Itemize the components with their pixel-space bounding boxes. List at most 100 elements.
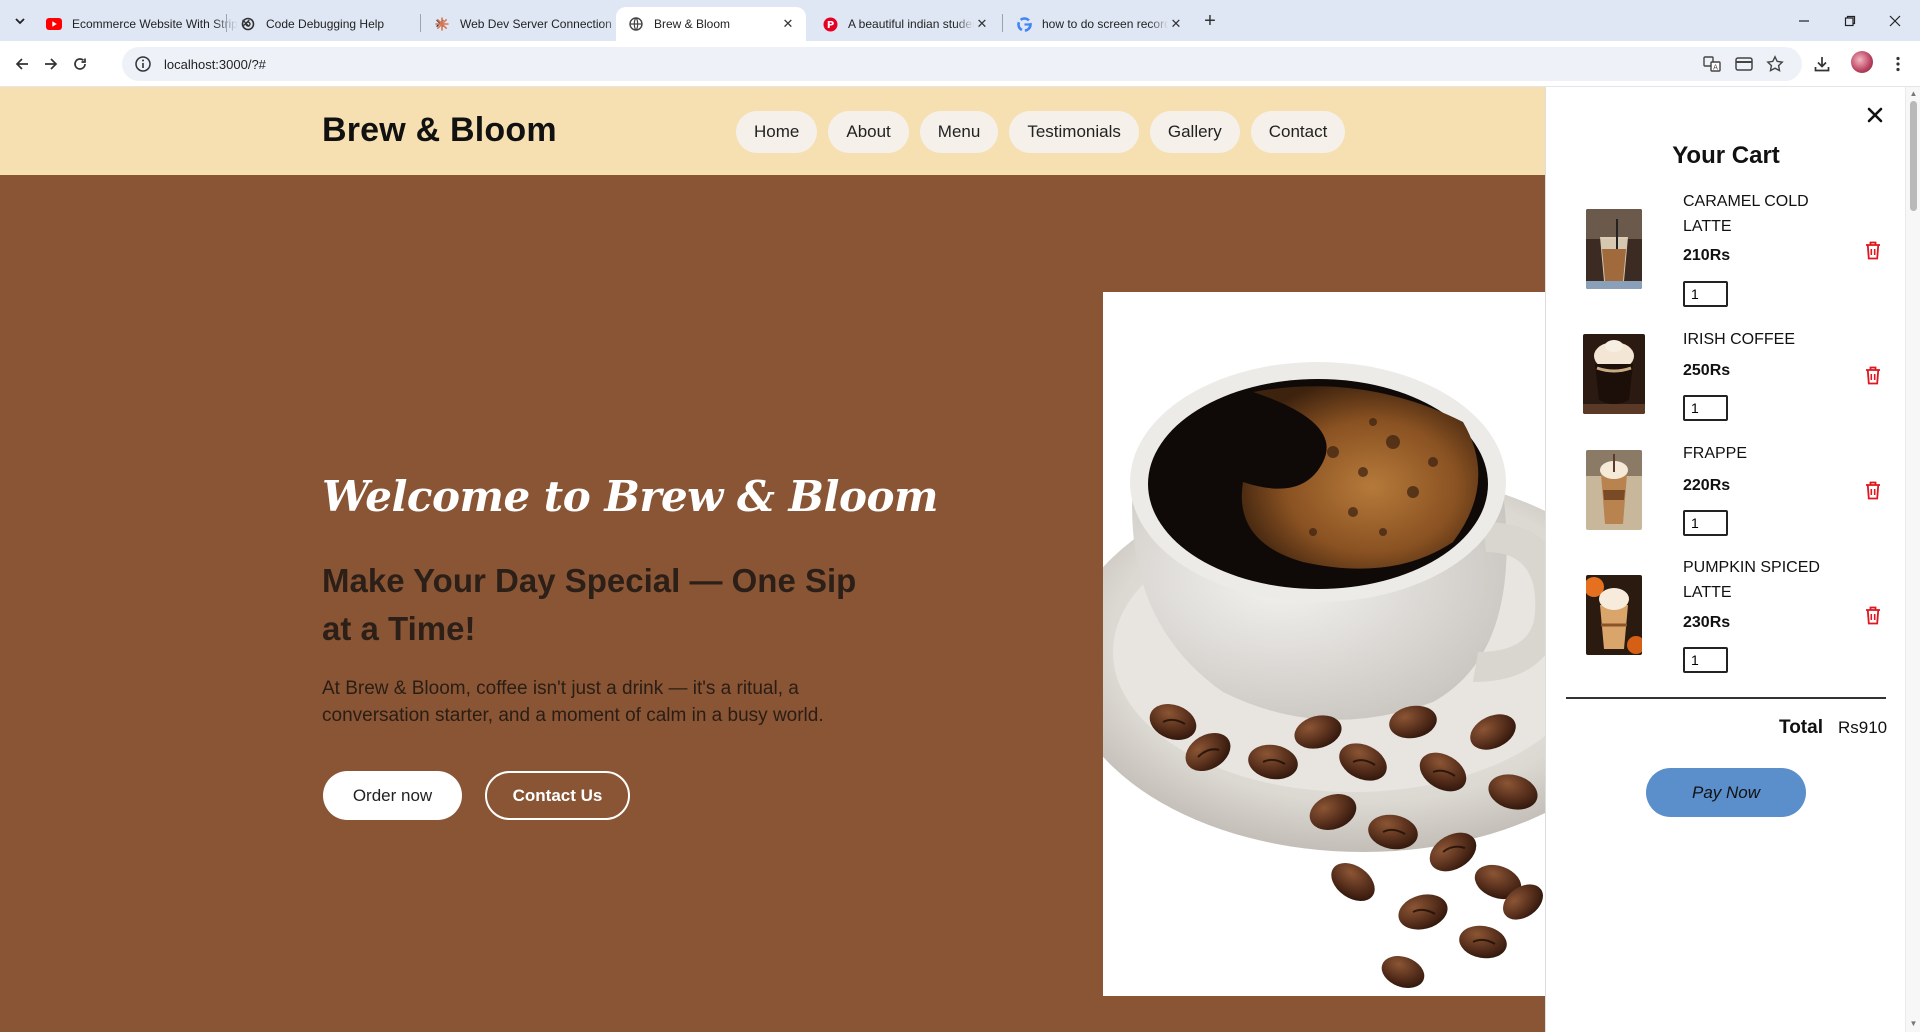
nav-contact[interactable]: Contact: [1250, 111, 1346, 153]
cart-item-name: IRISH COFFEE: [1683, 331, 1796, 348]
cart-item-quantity[interactable]: [1683, 647, 1728, 673]
new-tab-button[interactable]: +: [1198, 9, 1222, 33]
cart-item-name: CARAMEL COLD LATTE: [1683, 193, 1809, 235]
minimize-button[interactable]: [1779, 0, 1829, 41]
tab-title: Brew & Bloom: [654, 17, 731, 31]
payment-methods-button[interactable]: [1732, 52, 1756, 76]
restore-icon: [1844, 15, 1856, 26]
cart-item-price: 220Rs: [1683, 477, 1731, 494]
credit-card-icon: [1735, 57, 1753, 71]
hero-title: Welcome to Brew & Bloom: [322, 472, 938, 521]
browser-menu-button[interactable]: [1886, 52, 1910, 76]
minimize-icon: [1799, 19, 1809, 22]
download-icon: [1814, 57, 1830, 72]
site-logo[interactable]: Brew & Bloom: [322, 111, 557, 150]
delete-item-button[interactable]: [1863, 604, 1883, 626]
google-icon: [1016, 16, 1032, 32]
close-window-button[interactable]: [1870, 0, 1920, 41]
tab-title: Ecommerce Website With Stripe: [72, 17, 238, 31]
cart-total-label: Total: [1779, 717, 1823, 738]
chevron-down-icon: [15, 18, 25, 25]
reload-icon: [74, 58, 86, 70]
delete-item-button[interactable]: [1863, 239, 1883, 261]
more-vertical-icon: [1896, 56, 1900, 72]
svg-text:A: A: [1713, 64, 1718, 72]
nav-about[interactable]: About: [828, 111, 909, 153]
browser-tab-active[interactable]: Brew & Bloom ✕: [616, 7, 806, 41]
chatgpt-icon: [240, 16, 256, 32]
cart-item-image: [1586, 575, 1642, 655]
tab-search-button[interactable]: [8, 9, 32, 33]
cart-divider: [1566, 697, 1886, 699]
arrow-left-icon: [15, 58, 28, 70]
browser-toolbar: localhost:3000/?# A: [0, 41, 1920, 87]
forward-button[interactable]: [39, 52, 63, 76]
main-nav: Home About Menu Testimonials Gallery Con…: [736, 111, 1346, 153]
nav-home[interactable]: Home: [736, 111, 818, 153]
address-bar[interactable]: localhost:3000/?#: [122, 47, 1802, 81]
page-scrollbar[interactable]: ▲ ▼: [1905, 87, 1920, 1032]
nav-gallery[interactable]: Gallery: [1149, 111, 1240, 153]
star-icon: [1766, 55, 1784, 72]
contact-us-button[interactable]: Contact Us: [485, 771, 630, 820]
cart-item-image: [1586, 209, 1642, 289]
site-header: Brew & Bloom Home About Menu Testimonial…: [0, 87, 1545, 175]
cart-item-price: 250Rs: [1683, 362, 1731, 379]
browser-tab[interactable]: how to do screen recording in w ✕: [1004, 7, 1194, 41]
site-info-icon[interactable]: [134, 55, 152, 73]
hero-section: Welcome to Brew & Bloom Make Your Day Sp…: [0, 175, 1545, 1032]
close-cart-button[interactable]: [1864, 104, 1886, 126]
trash-icon: [1866, 366, 1880, 384]
tab-title: A beautiful indian student girl w: [848, 17, 974, 31]
nav-testimonials[interactable]: Testimonials: [1009, 111, 1139, 153]
delete-item-button[interactable]: [1863, 479, 1883, 501]
order-now-button[interactable]: Order now: [323, 771, 462, 820]
close-tab-icon[interactable]: ✕: [780, 16, 796, 32]
hero-subtitle: Make Your Day Special — One Sip at a Tim…: [322, 562, 857, 647]
reload-button[interactable]: [68, 52, 92, 76]
arrow-right-icon: [45, 58, 58, 70]
tab-separator: [1002, 14, 1003, 32]
trash-icon: [1866, 241, 1880, 259]
cart-title: Your Cart: [1672, 142, 1780, 169]
close-tab-icon[interactable]: ✕: [974, 16, 990, 32]
tab-title: Code Debugging Help: [266, 17, 385, 31]
downloads-button[interactable]: [1810, 52, 1834, 76]
cart-item-name: PUMPKIN SPICED LATTE: [1683, 559, 1820, 601]
cart-item-price: 210Rs: [1683, 247, 1731, 264]
scroll-down-icon[interactable]: ▼: [1909, 1019, 1918, 1028]
close-tab-icon[interactable]: ✕: [1168, 16, 1184, 32]
delete-item-button[interactable]: [1863, 364, 1883, 386]
profile-avatar[interactable]: [1851, 51, 1873, 73]
tab-title: Web Dev Server Connection Error: [460, 17, 626, 31]
web-page: Brew & Bloom Home About Menu Testimonial…: [0, 87, 1920, 1032]
scrollbar-thumb[interactable]: [1910, 101, 1917, 211]
youtube-icon: [46, 16, 62, 32]
tab-separator: [420, 14, 421, 32]
browser-tab-strip: Ecommerce Website With Stripe ✕ Code Deb…: [0, 0, 1920, 41]
restore-button[interactable]: [1825, 0, 1875, 41]
scroll-up-icon[interactable]: ▲: [1909, 89, 1918, 98]
back-button[interactable]: [10, 52, 34, 76]
cart-item-quantity[interactable]: [1683, 281, 1728, 307]
tab-title: how to do screen recording in w: [1042, 17, 1168, 31]
cart-item-name: FRAPPE: [1683, 445, 1748, 462]
url-text[interactable]: localhost:3000/?#: [164, 57, 266, 72]
nav-menu[interactable]: Menu: [919, 111, 999, 153]
trash-icon: [1866, 606, 1880, 624]
svg-text:P: P: [826, 20, 833, 31]
close-icon: [1867, 107, 1883, 123]
pinterest-icon: P: [822, 16, 838, 32]
pay-now-button[interactable]: Pay Now: [1646, 768, 1806, 817]
hero-description: At Brew & Bloom, coffee isn't just a dri…: [322, 678, 824, 726]
cart-panel: Your Cart CARAMEL COLD LATTE 210Rs IRISH…: [1545, 87, 1905, 1032]
close-icon: [1889, 15, 1901, 26]
bookmark-button[interactable]: [1763, 52, 1787, 76]
cart-item-image: [1586, 450, 1642, 530]
browser-tab[interactable]: P A beautiful indian student girl w ✕: [810, 7, 1000, 41]
claude-icon: [434, 16, 450, 32]
hero-coffee-image: [1103, 292, 1545, 996]
cart-item-quantity[interactable]: [1683, 395, 1728, 421]
cart-item-quantity[interactable]: [1683, 510, 1728, 536]
translate-button[interactable]: A: [1700, 52, 1724, 76]
